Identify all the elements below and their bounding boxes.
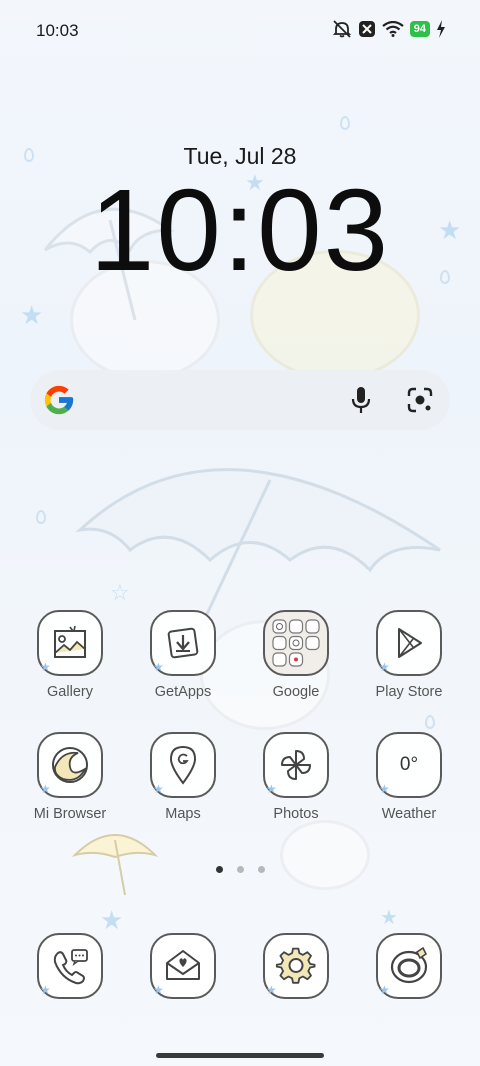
app-tile[interactable]: ★ — [150, 610, 216, 676]
star-badge-icon: ★ — [40, 782, 51, 796]
folder-tile[interactable] — [263, 610, 329, 676]
app-tile[interactable]: ★ — [37, 933, 103, 999]
app-tile[interactable]: ★ — [263, 732, 329, 798]
page-dot-active[interactable] — [215, 866, 223, 873]
wallpaper-umbrella-small — [71, 834, 159, 896]
app-tile[interactable]: ★ — [37, 732, 103, 798]
app-maps[interactable]: ★ Maps — [128, 732, 238, 822]
google-lens-icon[interactable] — [406, 386, 434, 414]
star-badge-icon: ★ — [379, 983, 390, 997]
getapps-icon — [167, 627, 199, 659]
star-badge-icon: ★ — [153, 983, 164, 997]
app-label: Gallery — [47, 684, 93, 700]
app-gallery[interactable]: ★ Gallery — [15, 610, 125, 700]
wallpaper-star: ★ — [380, 907, 398, 929]
status-icons: 94 — [332, 20, 446, 38]
app-weather[interactable]: 0° ★ Weather — [354, 732, 464, 822]
app-label: Play Store — [375, 684, 443, 700]
x-app-icon — [358, 20, 376, 38]
dock-settings[interactable]: ★ — [241, 933, 351, 999]
weather-temp: 0° — [399, 754, 419, 775]
dock-messages[interactable]: ★ — [128, 933, 238, 999]
charging-icon — [436, 20, 446, 38]
wallpaper-star: ★ — [20, 300, 44, 330]
mi-browser-icon — [52, 747, 88, 783]
app-tile[interactable]: ★ — [376, 610, 442, 676]
star-badge-icon: ★ — [153, 782, 164, 796]
app-label: Maps — [165, 806, 201, 822]
app-tile[interactable]: ★ — [150, 732, 216, 798]
maps-icon — [169, 745, 197, 785]
security-icon — [390, 946, 428, 984]
messages-icon — [166, 950, 200, 980]
star-badge-icon: ★ — [153, 660, 164, 674]
app-label: Google — [272, 684, 320, 700]
folder-google[interactable]: Google — [241, 610, 351, 700]
star-badge-icon: ★ — [266, 983, 277, 997]
wallpaper-character-bottom — [280, 820, 370, 890]
star-badge-icon: ★ — [266, 782, 277, 796]
app-photos[interactable]: ★ Photos — [241, 732, 351, 822]
page-dot[interactable] — [257, 866, 265, 873]
wallpaper-raindrop — [425, 715, 435, 729]
app-label: Weather — [381, 806, 437, 822]
status-bar: 10:03 94 — [0, 0, 480, 62]
wallpaper-star: ☆ — [110, 580, 130, 605]
page-indicator[interactable] — [0, 866, 480, 873]
mute-icon — [332, 20, 352, 38]
app-tile[interactable]: ★ — [376, 933, 442, 999]
wallpaper-raindrop — [340, 116, 350, 130]
dock-security[interactable]: ★ — [354, 933, 464, 999]
play-store-icon — [398, 628, 422, 658]
wallpaper-star: ★ — [100, 905, 124, 935]
mic-icon[interactable] — [348, 385, 374, 415]
star-badge-icon: ★ — [40, 983, 51, 997]
gallery-icon — [54, 625, 86, 658]
google-logo-icon — [44, 385, 74, 415]
app-label: GetApps — [154, 684, 212, 700]
app-label: Mi Browser — [33, 806, 107, 822]
google-folder-icon — [272, 619, 320, 667]
dock-phone[interactable]: ★ — [15, 933, 125, 999]
app-tile[interactable]: ★ — [150, 933, 216, 999]
wallpaper-raindrop — [36, 510, 46, 524]
google-search-bar[interactable] — [30, 370, 450, 430]
battery-icon: 94 — [409, 21, 430, 37]
app-getapps[interactable]: ★ GetApps — [128, 610, 238, 700]
settings-icon — [275, 947, 316, 984]
phone-icon — [53, 949, 88, 985]
app-play-store[interactable]: ★ Play Store — [354, 610, 464, 700]
app-tile[interactable]: ★ — [263, 933, 329, 999]
photos-icon — [281, 750, 311, 780]
app-tile[interactable]: ★ — [37, 610, 103, 676]
star-badge-icon: ★ — [40, 660, 51, 674]
battery-level: 94 — [413, 23, 426, 35]
star-badge-icon: ★ — [379, 782, 390, 796]
app-tile[interactable]: 0° ★ — [376, 732, 442, 798]
app-mi-browser[interactable]: ★ Mi Browser — [15, 732, 125, 822]
app-label: Photos — [273, 806, 319, 822]
page-dot[interactable] — [236, 866, 244, 873]
home-indicator[interactable] — [156, 1053, 324, 1058]
status-time: 10:03 — [36, 21, 79, 40]
clock-widget[interactable]: 10:03 — [0, 169, 480, 292]
wifi-icon — [382, 21, 404, 37]
star-badge-icon: ★ — [379, 660, 390, 674]
